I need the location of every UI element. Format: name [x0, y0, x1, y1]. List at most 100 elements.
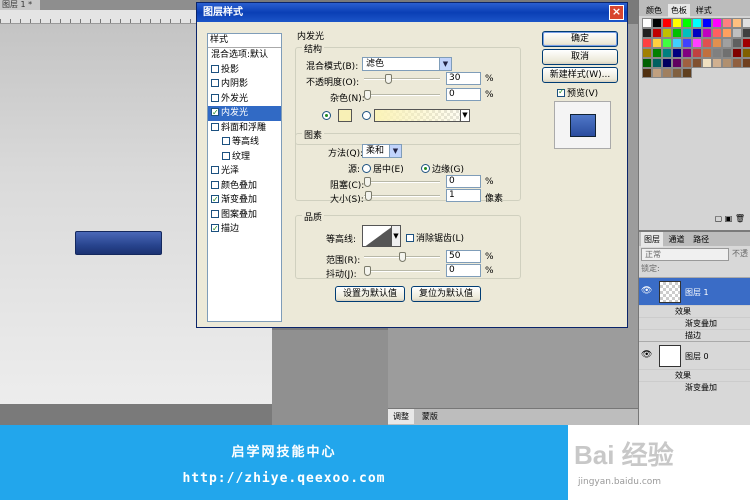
color-swatch[interactable]: [692, 58, 702, 68]
color-swatch[interactable]: [642, 18, 652, 28]
color-swatch[interactable]: [662, 28, 672, 38]
color-swatch[interactable]: [652, 48, 662, 58]
color-swatch[interactable]: [712, 28, 722, 38]
color-swatch[interactable]: [712, 38, 722, 48]
color-swatch[interactable]: [682, 28, 692, 38]
layer-effect-item[interactable]: 渐变叠加: [639, 381, 750, 393]
eye-icon[interactable]: 👁: [641, 350, 653, 360]
color-swatch[interactable]: [682, 48, 692, 58]
color-swatch[interactable]: [672, 18, 682, 28]
style-item-checkbox[interactable]: [211, 180, 219, 189]
layer-blend-mode-select[interactable]: 正常: [641, 248, 729, 261]
color-swatch[interactable]: [742, 48, 750, 58]
document-tab[interactable]: 图层 1 * ×: [0, 0, 40, 19]
color-swatch[interactable]: [702, 48, 712, 58]
color-swatch[interactable]: [712, 48, 722, 58]
tab-paths[interactable]: 路径: [690, 232, 712, 247]
color-swatch[interactable]: [722, 48, 732, 58]
color-swatch[interactable]: [662, 38, 672, 48]
color-swatch[interactable]: [722, 28, 732, 38]
slider-thumb[interactable]: [364, 90, 371, 100]
choke-slider[interactable]: [364, 177, 440, 187]
color-swatch[interactable]: [692, 38, 702, 48]
slider-thumb[interactable]: [365, 191, 372, 201]
tab-layers[interactable]: 图层: [641, 232, 663, 247]
dialog-titlebar[interactable]: 图层样式: [197, 3, 627, 22]
layer-effect-item[interactable]: 描边: [639, 329, 750, 341]
color-swatch[interactable]: [722, 38, 732, 48]
style-item-checkbox[interactable]: [211, 122, 219, 131]
color-swatch[interactable]: [702, 38, 712, 48]
color-swatch[interactable]: [742, 28, 750, 38]
color-swatch[interactable]: [672, 58, 682, 68]
layer-effects-row[interactable]: 效果: [639, 305, 750, 317]
style-item[interactable]: 外发光: [208, 92, 281, 107]
color-swatch[interactable]: [652, 68, 662, 78]
style-item[interactable]: 图案叠加: [208, 208, 281, 223]
style-item-checkbox[interactable]: [211, 222, 219, 236]
color-swatch[interactable]: [682, 58, 692, 68]
noise-input[interactable]: 0: [446, 88, 481, 101]
color-swatch[interactable]: [702, 28, 712, 38]
style-item-checkbox[interactable]: [211, 93, 219, 102]
color-swatch[interactable]: [642, 38, 652, 48]
style-item-checkbox[interactable]: [211, 209, 219, 218]
color-swatch[interactable]: [662, 58, 672, 68]
style-item-checkbox[interactable]: [211, 193, 219, 207]
ok-button[interactable]: 确定: [542, 31, 618, 47]
style-item[interactable]: 渐变叠加: [208, 193, 281, 208]
color-swatch[interactable]: [732, 38, 742, 48]
color-swatch[interactable]: [662, 68, 672, 78]
opacity-slider[interactable]: [364, 74, 440, 84]
cancel-button[interactable]: 取消: [542, 49, 618, 65]
choke-input[interactable]: 0: [446, 175, 481, 188]
style-item[interactable]: 投影: [208, 63, 281, 78]
color-swatch[interactable]: [672, 38, 682, 48]
color-swatch[interactable]: [652, 28, 662, 38]
range-input[interactable]: 50: [446, 250, 481, 263]
color-swatch[interactable]: [652, 58, 662, 68]
slider-thumb[interactable]: [399, 252, 406, 262]
style-item[interactable]: 纹理: [208, 150, 281, 165]
tab-styles[interactable]: 样式: [693, 4, 715, 17]
size-slider[interactable]: [364, 191, 440, 201]
color-swatch[interactable]: [692, 48, 702, 58]
style-item[interactable]: 等高线: [208, 135, 281, 150]
style-item-checkbox[interactable]: [211, 166, 219, 174]
color-swatch[interactable]: [682, 38, 692, 48]
color-swatch[interactable]: [712, 18, 722, 28]
noise-slider[interactable]: [364, 90, 440, 100]
source-center-option[interactable]: 居中(E): [362, 162, 404, 175]
color-swatch[interactable]: [682, 18, 692, 28]
layer-effects-row[interactable]: 效果: [639, 369, 750, 381]
jitter-slider[interactable]: [364, 266, 440, 276]
color-swatch[interactable]: [702, 18, 712, 28]
color-swatch[interactable]: [732, 18, 742, 28]
style-item[interactable]: 颜色叠加: [208, 179, 281, 194]
eye-icon[interactable]: 👁: [641, 286, 653, 296]
style-item[interactable]: 内阴影: [208, 77, 281, 92]
layer-row-1[interactable]: 👁 图层 1: [639, 277, 750, 305]
style-item-checkbox[interactable]: [211, 79, 219, 87]
color-fill-radio[interactable]: [322, 111, 331, 120]
color-swatch[interactable]: [742, 58, 750, 68]
style-item-checkbox[interactable]: [211, 64, 219, 73]
layer-row-0[interactable]: 👁 图层 0: [639, 341, 750, 369]
color-swatch[interactable]: [672, 28, 682, 38]
method-select[interactable]: 柔和 ▼: [362, 144, 402, 158]
make-default-button[interactable]: 设置为默认值: [335, 286, 405, 302]
style-item[interactable]: 描边: [208, 222, 281, 237]
tab-masks[interactable]: 蒙版: [417, 409, 443, 424]
new-style-button[interactable]: 新建样式(W)...: [542, 67, 618, 83]
slider-thumb[interactable]: [385, 74, 392, 84]
color-swatch[interactable]: [692, 28, 702, 38]
tab-channels[interactable]: 通道: [666, 232, 688, 247]
reset-default-button[interactable]: 复位为默认值: [411, 286, 481, 302]
tab-swatches[interactable]: 色板: [667, 4, 690, 17]
color-swatch[interactable]: [672, 48, 682, 58]
size-input[interactable]: 1: [446, 189, 481, 202]
swatch-tools[interactable]: ▢ ▣ 🗑: [639, 214, 750, 230]
color-swatch[interactable]: [652, 38, 662, 48]
antialias-option[interactable]: 消除锯齿(L): [406, 231, 464, 244]
preview-option[interactable]: 预览(V): [557, 86, 598, 99]
